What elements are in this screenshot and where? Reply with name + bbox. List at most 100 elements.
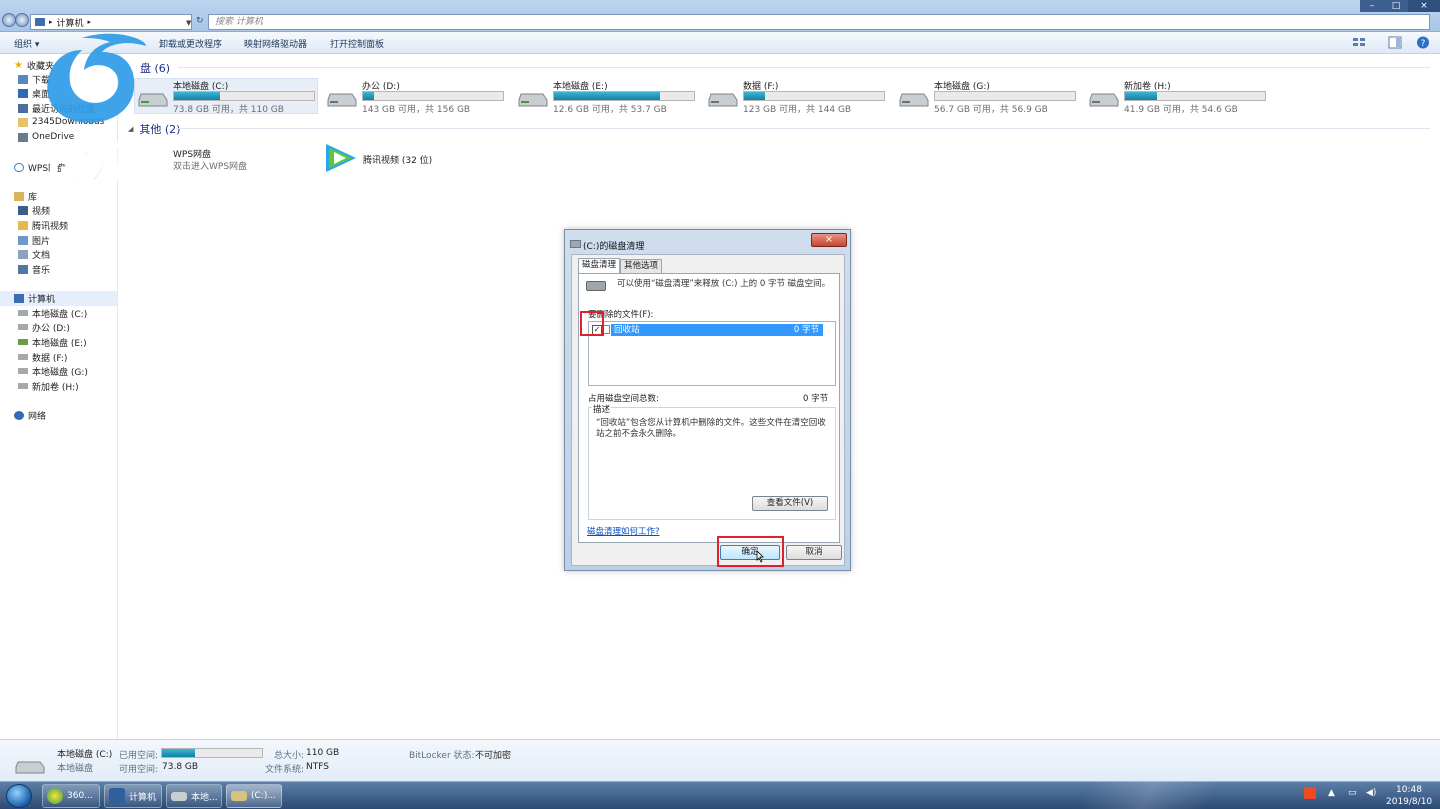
cloud-icon (14, 162, 24, 172)
nav-drive-d[interactable]: 办公 (D:) (18, 320, 70, 334)
taskbar-item-computer[interactable]: 计算机 (104, 784, 162, 808)
drive-tile-d[interactable]: 办公 (D:) 143 GB 可用，共 156 GB (324, 79, 508, 115)
drive-tile-h[interactable]: 新加卷 (H:) 41.9 GB 可用，共 54.6 GB (1086, 79, 1270, 115)
nav-tencent-video[interactable]: 腾讯视频 (18, 218, 68, 232)
huguan-logo-watermark: 虎观 (42, 30, 154, 192)
files-to-delete-list[interactable]: ✓ 回收站 0 字节 (588, 321, 836, 386)
logo-text: 虎观 (45, 136, 137, 192)
command-toolbar: 组织 ▾ 卸载或更改程序 映射网络驱动器 打开控制面板 ? (0, 32, 1440, 54)
details-capacity-bar (161, 748, 263, 758)
hard-drive-icon (327, 93, 357, 107)
capacity-bar (743, 91, 885, 101)
details-pane: 本地磁盘 (C:) 本地磁盘 已用空间: 可用空间: 73.8 GB 总大小: … (0, 739, 1440, 781)
taskbar-item-disk-cleanup[interactable]: (C:)... (226, 784, 282, 808)
computer-icon (35, 18, 45, 26)
nav-drive-h[interactable]: 新加卷 (H:) (18, 379, 79, 393)
hard-drive-icon (708, 93, 738, 107)
search-input[interactable]: 搜索 计算机 (208, 14, 1430, 30)
tencent-video-item[interactable]: 腾讯视频 (32 位) (322, 141, 502, 175)
drive-tile-e[interactable]: 本地磁盘 (E:) 12.6 GB 可用，共 53.7 GB (515, 79, 699, 115)
nav-drive-g[interactable]: 本地磁盘 (G:) (18, 364, 88, 378)
details-fs-label: 文件系统: (265, 765, 305, 775)
description-group: 描述 “回收站”包含您从计算机中删除的文件。这些文件在清空回收站之前不会永久删除… (588, 403, 836, 520)
downloads-folder-icon (18, 74, 28, 84)
intro-text: 可以使用“磁盘清理”来释放 (C:) 上的 0 字节 磁盘空间。 (617, 279, 831, 289)
details-total-value: 110 GB (306, 748, 340, 758)
cancel-button[interactable]: 取消 (786, 545, 842, 560)
view-options-icon[interactable] (1352, 36, 1366, 49)
nav-video[interactable]: 视频 (18, 203, 50, 217)
how-it-works-link[interactable]: 磁盘清理如何工作? (587, 525, 660, 537)
forward-button[interactable] (15, 13, 29, 27)
dialog-close-button[interactable]: × (811, 233, 847, 247)
volume-icon[interactable]: ◀) (1366, 788, 1376, 798)
nav-drive-e[interactable]: 本地磁盘 (E:) (18, 335, 87, 349)
dialog-tabs: 磁盘清理 其他选项 (578, 258, 663, 273)
nav-documents[interactable]: 文档 (18, 247, 50, 261)
nav-pictures[interactable]: 图片 (18, 233, 50, 247)
nav-music[interactable]: 音乐 (18, 262, 50, 276)
address-bar[interactable]: ▸ 计算机 ▸ (30, 14, 192, 30)
description-text: “回收站”包含您从计算机中删除的文件。这些文件在清空回收站之前不会永久删除。 (596, 418, 826, 439)
details-total-label: 总大小: (274, 751, 305, 761)
drive-icon (18, 310, 28, 316)
nav-drive-f[interactable]: 数据 (F:) (18, 350, 67, 364)
file-name: 回收站 (614, 325, 640, 335)
clock[interactable]: 10:48 2019/8/10 (1386, 784, 1432, 808)
tab-more-options[interactable]: 其他选项 (620, 259, 663, 273)
recycle-bin-icon (603, 325, 610, 334)
refresh-icon[interactable]: ↻ (196, 16, 204, 26)
nav-network[interactable]: 网络 (14, 408, 46, 422)
map-drive-button[interactable]: 映射网络驱动器 (244, 37, 307, 50)
taskbar-item-360[interactable]: 360... (42, 784, 100, 808)
breadcrumb-computer[interactable]: 计算机 (57, 16, 84, 29)
drive-icon (18, 324, 28, 330)
mouse-cursor-icon (756, 550, 764, 563)
disk-cleanup-icon (231, 791, 247, 801)
view-files-button[interactable]: 查看文件(V) (752, 496, 828, 511)
disk-cleanup-dialog: (C:)的磁盘清理 × 磁盘清理 其他选项 可以使用“磁盘清理”来释放 (C:)… (564, 229, 851, 571)
tab-panel: 可以使用“磁盘清理”来释放 (C:) 上的 0 字节 磁盘空间。 要删除的文件(… (578, 273, 840, 543)
video-icon (18, 205, 28, 215)
show-hidden-icons-button[interactable]: ▲ (1328, 788, 1335, 798)
drive-icon (18, 339, 28, 345)
address-dropdown-icon[interactable]: ▼ (186, 19, 191, 27)
start-button[interactable] (6, 784, 32, 808)
sogou-input-icon[interactable] (1304, 787, 1316, 802)
drive-tile-c[interactable]: 本地磁盘 (C:) 73.8 GB 可用，共 110 GB (134, 78, 318, 115)
drive-icon (18, 383, 28, 389)
tab-disk-cleanup[interactable]: 磁盘清理 (578, 258, 621, 273)
help-icon[interactable]: ? (1416, 36, 1430, 49)
capacity-bar (934, 91, 1076, 101)
music-icon (18, 264, 28, 274)
details-bitlocker-label: BitLocker 状态: (409, 751, 475, 761)
capacity-bar (362, 91, 504, 101)
preview-pane-icon[interactable] (1388, 36, 1402, 49)
network-icon (14, 410, 24, 420)
taskbar-item-local-disk[interactable]: 本地... (166, 784, 222, 808)
list-item[interactable]: 回收站 0 字节 (611, 324, 823, 336)
nav-library[interactable]: 库 (14, 189, 37, 203)
hard-drive-icon (899, 93, 929, 107)
breadcrumb-separator-icon: ▸ (87, 18, 92, 26)
capacity-bar (173, 91, 315, 101)
wps-cloud-item[interactable]: WPS网盘 双击进入WPS网盘 (134, 144, 314, 174)
uninstall-button[interactable]: 卸载或更改程序 (159, 37, 222, 50)
total-value: 0 字节 (803, 394, 829, 404)
nav-drive-c[interactable]: 本地磁盘 (C:) (18, 306, 87, 320)
nav-computer[interactable]: 计算机 (14, 291, 55, 305)
star-icon: ★ (14, 59, 23, 71)
back-button[interactable] (2, 13, 16, 27)
svg-text:?: ? (1421, 39, 1426, 49)
minimize-button[interactable]: – (1360, 0, 1384, 12)
capacity-bar (1124, 91, 1266, 101)
organize-button[interactable]: 组织 ▾ (14, 37, 39, 50)
highlight-checkbox-annotation (580, 311, 604, 336)
details-drive-type: 本地磁盘 (57, 764, 94, 774)
network-tray-icon[interactable]: ▭ (1348, 788, 1357, 798)
drive-tile-f[interactable]: 数据 (F:) 123 GB 可用，共 144 GB (705, 79, 889, 115)
maximize-button[interactable]: □ (1384, 0, 1408, 12)
close-window-button[interactable]: × (1408, 0, 1440, 12)
drive-tile-g[interactable]: 本地磁盘 (G:) 56.7 GB 可用，共 56.9 GB (896, 79, 1080, 115)
control-panel-button[interactable]: 打开控制面板 (330, 37, 384, 50)
